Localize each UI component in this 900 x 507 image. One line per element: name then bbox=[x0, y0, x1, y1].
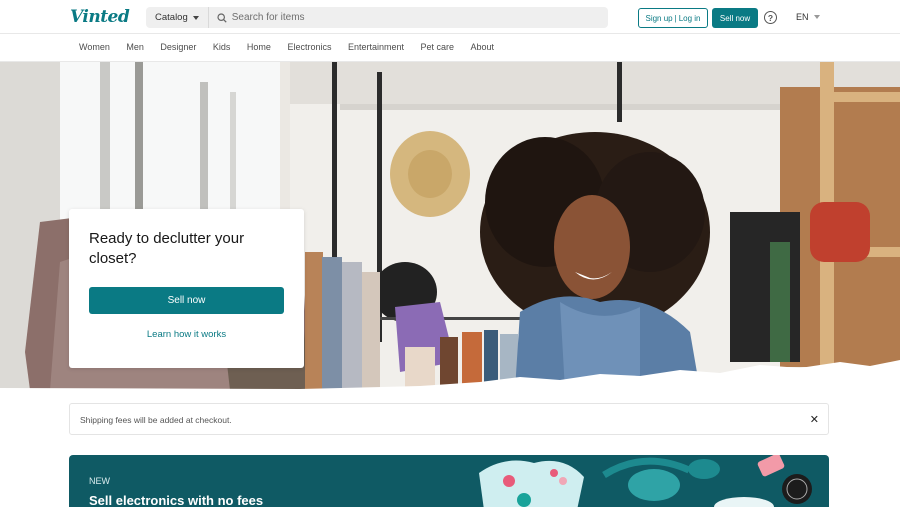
category-item-electronics[interactable]: Electronics bbox=[287, 42, 331, 52]
category-nav: Women Men Designer Kids Home Electronics… bbox=[0, 34, 900, 62]
catalog-label: Catalog bbox=[155, 12, 188, 23]
help-icon[interactable]: ? bbox=[764, 11, 777, 24]
catalog-dropdown[interactable]: Catalog bbox=[146, 7, 209, 28]
chevron-down-icon bbox=[813, 15, 820, 19]
separator: | bbox=[674, 13, 677, 23]
search-bar: Catalog bbox=[146, 7, 608, 28]
hero-title: Ready to declutter your closet? bbox=[89, 230, 245, 267]
chevron-down-icon bbox=[192, 15, 199, 20]
search-input[interactable] bbox=[231, 12, 592, 23]
signup-login-button[interactable]: Sign up | Log in bbox=[638, 8, 708, 28]
shipping-notice: Shipping fees will be added at checkout.… bbox=[69, 403, 829, 435]
search-field[interactable] bbox=[209, 7, 608, 28]
category-item-designer[interactable]: Designer bbox=[160, 42, 196, 52]
signup-label: Sign up bbox=[645, 13, 673, 23]
top-header: Vinted Catalog Sign up | Log in Sell now… bbox=[0, 0, 900, 34]
close-icon[interactable]: ✕ bbox=[810, 413, 819, 426]
electronics-illustration bbox=[479, 455, 812, 507]
category-item-pet-care[interactable]: Pet care bbox=[420, 42, 454, 52]
category-item-kids[interactable]: Kids bbox=[213, 42, 231, 52]
electronics-banner[interactable]: NEW Sell electronics with no fees bbox=[69, 455, 829, 507]
notice-text: Shipping fees will be added at checkout. bbox=[80, 415, 232, 425]
category-item-about[interactable]: About bbox=[471, 42, 495, 52]
search-icon bbox=[217, 12, 227, 23]
language-selector[interactable]: EN bbox=[796, 12, 820, 22]
language-label: EN bbox=[796, 12, 809, 22]
category-item-entertainment[interactable]: Entertainment bbox=[348, 42, 404, 52]
vinted-logo[interactable]: Vinted bbox=[70, 7, 130, 27]
login-label: Log in bbox=[678, 13, 701, 23]
hero-banner: Ready to declutter your closet? Sell now… bbox=[0, 62, 900, 390]
banner-title: Sell electronics with no fees bbox=[89, 493, 264, 507]
category-item-home[interactable]: Home bbox=[247, 42, 271, 52]
learn-how-it-works-link[interactable]: Learn how it works bbox=[89, 329, 284, 340]
category-item-men[interactable]: Men bbox=[126, 42, 144, 52]
hero-card: Ready to declutter your closet? Sell now… bbox=[69, 209, 304, 368]
hero-sell-now-button[interactable]: Sell now bbox=[89, 287, 284, 314]
banner-tag: NEW bbox=[89, 476, 110, 486]
category-item-women[interactable]: Women bbox=[79, 42, 110, 52]
sell-now-button[interactable]: Sell now bbox=[712, 8, 758, 28]
